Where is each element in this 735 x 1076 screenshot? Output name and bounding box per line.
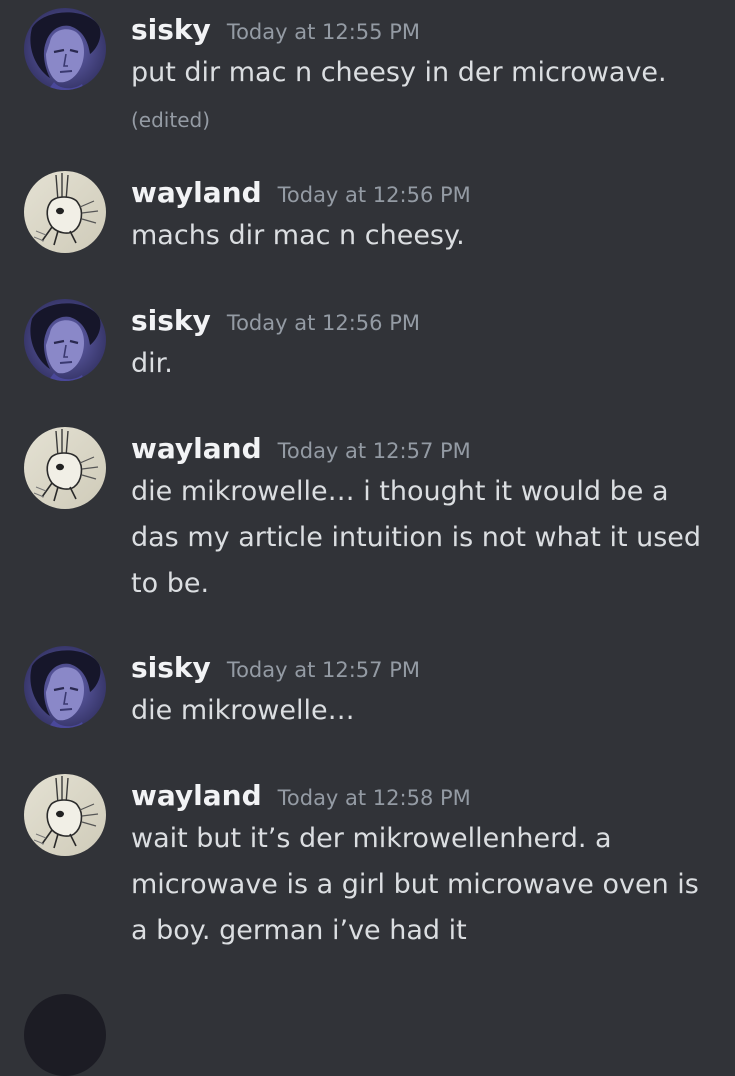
message-content: die mikrowelle… xyxy=(131,695,355,726)
timestamp: Today at 12:58 PM xyxy=(277,786,471,810)
username[interactable]: sisky xyxy=(131,646,211,690)
message-header: wayland Today at 12:57 PM xyxy=(131,427,471,471)
username[interactable]: sisky xyxy=(131,8,211,52)
message-header: wayland Today at 12:56 PM xyxy=(131,171,471,215)
message-content: put dir mac n cheesy in der microwave. xyxy=(131,57,667,88)
message-header: wayland Today at 12:58 PM xyxy=(131,774,471,818)
message-header: sisky Today at 12:56 PM xyxy=(131,299,420,343)
sisky-avatar-image xyxy=(24,646,106,728)
message-content: dir. xyxy=(131,348,173,379)
username[interactable]: wayland xyxy=(131,171,262,215)
username[interactable]: wayland xyxy=(131,427,262,471)
wayland-avatar[interactable] xyxy=(24,427,106,509)
message-header: sisky Today at 12:55 PM xyxy=(131,8,420,52)
message-content: machs dir mac n cheesy. xyxy=(131,220,465,251)
edited-indicator: (edited) xyxy=(131,108,211,132)
timestamp: Today at 12:57 PM xyxy=(226,658,420,682)
username[interactable]: sisky xyxy=(131,299,211,343)
timestamp: Today at 12:57 PM xyxy=(277,439,471,463)
wayland-avatar-image xyxy=(24,774,106,856)
sisky-avatar-image xyxy=(24,8,106,90)
next-message-avatar[interactable] xyxy=(24,994,106,1076)
wayland-avatar[interactable] xyxy=(24,774,106,856)
username[interactable]: wayland xyxy=(131,774,262,818)
timestamp: Today at 12:56 PM xyxy=(277,183,471,207)
timestamp: Today at 12:56 PM xyxy=(226,311,420,335)
wayland-avatar[interactable] xyxy=(24,171,106,253)
sisky-avatar[interactable] xyxy=(24,646,106,728)
timestamp: Today at 12:55 PM xyxy=(226,20,420,44)
sisky-avatar[interactable] xyxy=(24,8,106,90)
message-content: die mikrowelle… i thought it would be a … xyxy=(131,476,702,599)
message-content: wait but it’s der mikrowellenherd. a mic… xyxy=(131,823,699,946)
wayland-avatar-image xyxy=(24,171,106,253)
sisky-avatar[interactable] xyxy=(24,299,106,381)
sisky-avatar-image xyxy=(24,299,106,381)
wayland-avatar-image xyxy=(24,427,106,509)
message-header: sisky Today at 12:57 PM xyxy=(131,646,420,690)
